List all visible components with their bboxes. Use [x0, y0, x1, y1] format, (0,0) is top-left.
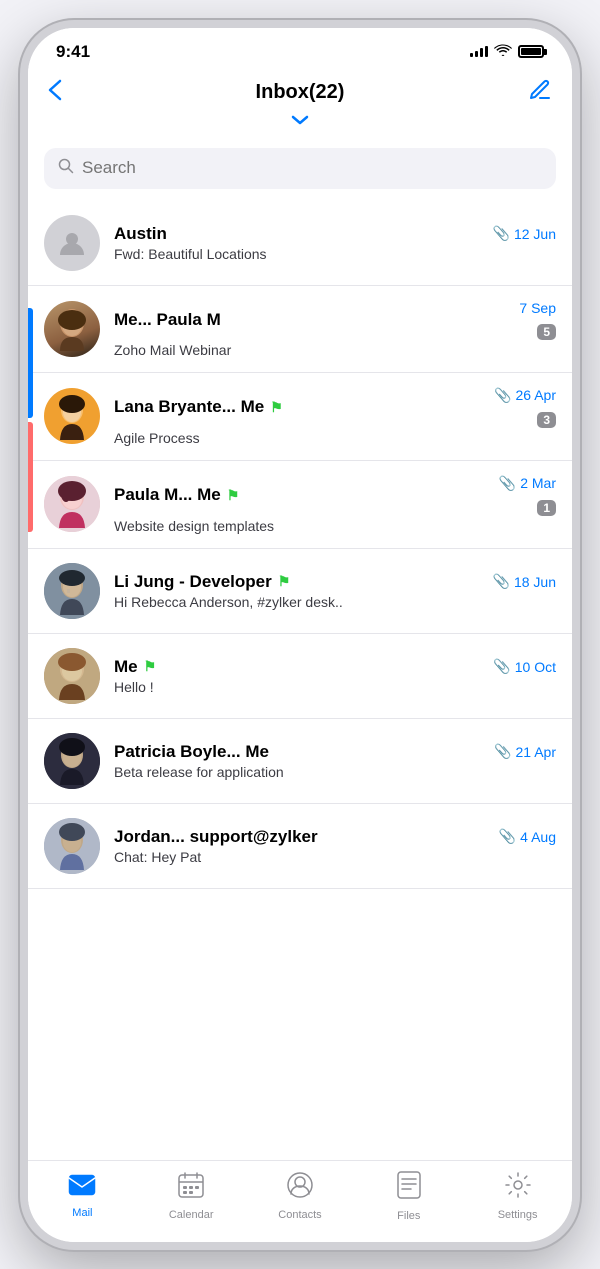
- bottom-nav: Mail Calendar: [28, 1160, 572, 1242]
- status-time: 9:41: [56, 42, 90, 62]
- email-sender: Paula M... Me ⚑: [114, 485, 239, 505]
- flag-icon: ⚑: [270, 399, 283, 416]
- nav-label-mail: Mail: [72, 1207, 92, 1219]
- left-bar-red: [28, 422, 33, 532]
- email-sender: Jordan... support@zylker: [114, 827, 318, 847]
- avatar: [44, 648, 100, 704]
- email-subject: Hi Rebecca Anderson, #zylker desk..: [114, 594, 556, 610]
- list-item[interactable]: Patricia Boyle... Me 📎 21 Apr Beta relea…: [28, 719, 572, 804]
- email-subject: Hello !: [114, 679, 556, 695]
- flag-icon: ⚑: [144, 658, 157, 675]
- email-subject: Zoho Mail Webinar: [114, 342, 556, 358]
- search-bar[interactable]: [44, 148, 556, 189]
- search-input[interactable]: [82, 158, 542, 178]
- email-content: Lana Bryante... Me ⚑ 📎 26 Apr 3 Agile Pr…: [114, 387, 556, 446]
- attachment-icon: 📎: [493, 658, 510, 675]
- email-sender: Li Jung - Developer ⚑: [114, 572, 290, 592]
- attachment-icon: 📎: [494, 387, 511, 404]
- email-subject: Website design templates: [114, 518, 556, 534]
- nav-label-calendar: Calendar: [169, 1209, 214, 1221]
- files-icon: [397, 1171, 421, 1206]
- email-sender: Austin: [114, 224, 167, 244]
- list-item[interactable]: Me... Paula M 7 Sep 5 Zoho Mail Webinar: [28, 286, 572, 373]
- nav-label-settings: Settings: [498, 1209, 538, 1221]
- sidebar-item-contacts[interactable]: Contacts: [270, 1172, 330, 1221]
- phone-frame: 9:41: [20, 20, 580, 1250]
- contacts-icon: [287, 1172, 313, 1205]
- email-sender: Lana Bryante... Me ⚑: [114, 397, 283, 417]
- back-button[interactable]: [48, 79, 84, 107]
- avatar: [44, 215, 100, 271]
- email-date: 12 Jun: [514, 226, 556, 242]
- list-item[interactable]: Paula M... Me ⚑ 📎 2 Mar 1 Website design…: [28, 461, 572, 549]
- avatar: [44, 563, 100, 619]
- avatar: [44, 733, 100, 789]
- email-subject: Fwd: Beautiful Locations: [114, 246, 556, 262]
- email-sender: Patricia Boyle... Me: [114, 742, 269, 762]
- list-item[interactable]: Li Jung - Developer ⚑ 📎 18 Jun Hi Rebecc…: [28, 549, 572, 634]
- email-badge: 1: [537, 500, 556, 516]
- sidebar-item-files[interactable]: Files: [379, 1171, 439, 1222]
- header: Inbox(22): [28, 70, 572, 108]
- chevron-down-icon: [291, 112, 309, 129]
- avatar: [44, 388, 100, 444]
- inbox-title: Inbox(22): [256, 81, 345, 104]
- email-content: Me ⚑ 📎 10 Oct Hello !: [114, 657, 556, 695]
- email-subject: Beta release for application: [114, 764, 556, 780]
- email-content: Li Jung - Developer ⚑ 📎 18 Jun Hi Rebecc…: [114, 572, 556, 610]
- nav-label-contacts: Contacts: [278, 1209, 321, 1221]
- email-subject: Agile Process: [114, 430, 556, 446]
- email-sender: Me... Paula M: [114, 310, 221, 330]
- search-container: [28, 138, 572, 201]
- list-item[interactable]: Austin 📎 12 Jun Fwd: Beautiful Locations: [28, 201, 572, 286]
- email-content: Austin 📎 12 Jun Fwd: Beautiful Locations: [114, 224, 556, 262]
- email-date: 10 Oct: [515, 659, 556, 675]
- email-sender: Me ⚑: [114, 657, 156, 677]
- compose-button[interactable]: [516, 78, 552, 108]
- email-date: 18 Jun: [514, 574, 556, 590]
- email-subject: Chat: Hey Pat: [114, 849, 556, 865]
- attachment-icon: 📎: [493, 225, 510, 242]
- email-date: 21 Apr: [516, 744, 556, 760]
- status-icons: [470, 43, 544, 60]
- list-item[interactable]: Jordan... support@zylker 📎 4 Aug Chat: H…: [28, 804, 572, 889]
- attachment-icon: 📎: [499, 828, 516, 845]
- wifi-icon: [494, 43, 512, 60]
- avatar: [44, 818, 100, 874]
- sidebar-item-mail[interactable]: Mail: [52, 1174, 112, 1219]
- left-bar-container: [28, 308, 33, 532]
- calendar-icon: [178, 1172, 204, 1205]
- email-content: Patricia Boyle... Me 📎 21 Apr Beta relea…: [114, 742, 556, 780]
- list-item[interactable]: Lana Bryante... Me ⚑ 📎 26 Apr 3 Agile Pr…: [28, 373, 572, 461]
- avatar: [44, 301, 100, 357]
- header-dropdown[interactable]: [28, 108, 572, 138]
- settings-icon: [505, 1172, 531, 1205]
- signal-bars-icon: [470, 46, 488, 57]
- email-content: Me... Paula M 7 Sep 5 Zoho Mail Webinar: [114, 300, 556, 358]
- flag-icon: ⚑: [227, 487, 240, 504]
- sidebar-item-settings[interactable]: Settings: [488, 1172, 548, 1221]
- status-bar: 9:41: [28, 28, 572, 70]
- email-date: 2 Mar: [520, 475, 556, 491]
- left-bar-blue: [28, 308, 33, 418]
- sidebar-item-calendar[interactable]: Calendar: [161, 1172, 221, 1221]
- attachment-icon: 📎: [493, 573, 510, 590]
- battery-icon: [518, 45, 544, 58]
- email-date: 7 Sep: [519, 300, 556, 316]
- email-content: Jordan... support@zylker 📎 4 Aug Chat: H…: [114, 827, 556, 865]
- email-date: 4 Aug: [520, 829, 556, 845]
- search-icon: [58, 158, 74, 179]
- attachment-icon: 📎: [494, 743, 511, 760]
- nav-label-files: Files: [397, 1210, 420, 1222]
- email-content: Paula M... Me ⚑ 📎 2 Mar 1 Website design…: [114, 475, 556, 534]
- email-date: 26 Apr: [516, 387, 556, 403]
- list-item[interactable]: Me ⚑ 📎 10 Oct Hello !: [28, 634, 572, 719]
- email-list: Austin 📎 12 Jun Fwd: Beautiful Locations: [28, 201, 572, 1160]
- attachment-icon: 📎: [499, 475, 516, 492]
- mail-icon: [68, 1174, 96, 1203]
- email-badge: 3: [537, 412, 556, 428]
- flag-icon: ⚑: [278, 573, 291, 590]
- email-badge: 5: [537, 324, 556, 340]
- avatar: [44, 476, 100, 532]
